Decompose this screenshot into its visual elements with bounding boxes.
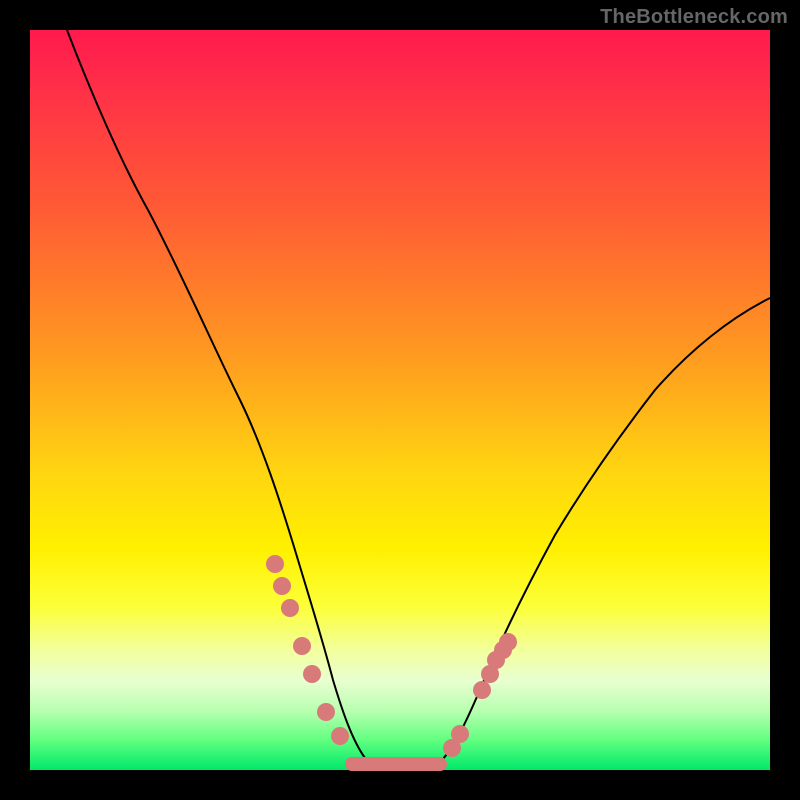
chart-frame: TheBottleneck.com <box>0 0 800 800</box>
marker-dot <box>273 577 291 595</box>
bottleneck-curve <box>67 30 770 770</box>
watermark-text: TheBottleneck.com <box>600 6 788 29</box>
curve-layer <box>30 30 770 770</box>
marker-dot <box>317 703 335 721</box>
marker-dot <box>293 637 311 655</box>
plot-area <box>30 30 770 770</box>
marker-dot <box>499 633 517 651</box>
marker-dot <box>331 727 349 745</box>
marker-dot <box>281 599 299 617</box>
marker-dot <box>266 555 284 573</box>
marker-dot <box>473 681 491 699</box>
marker-dot <box>303 665 321 683</box>
marker-dot <box>451 725 469 743</box>
